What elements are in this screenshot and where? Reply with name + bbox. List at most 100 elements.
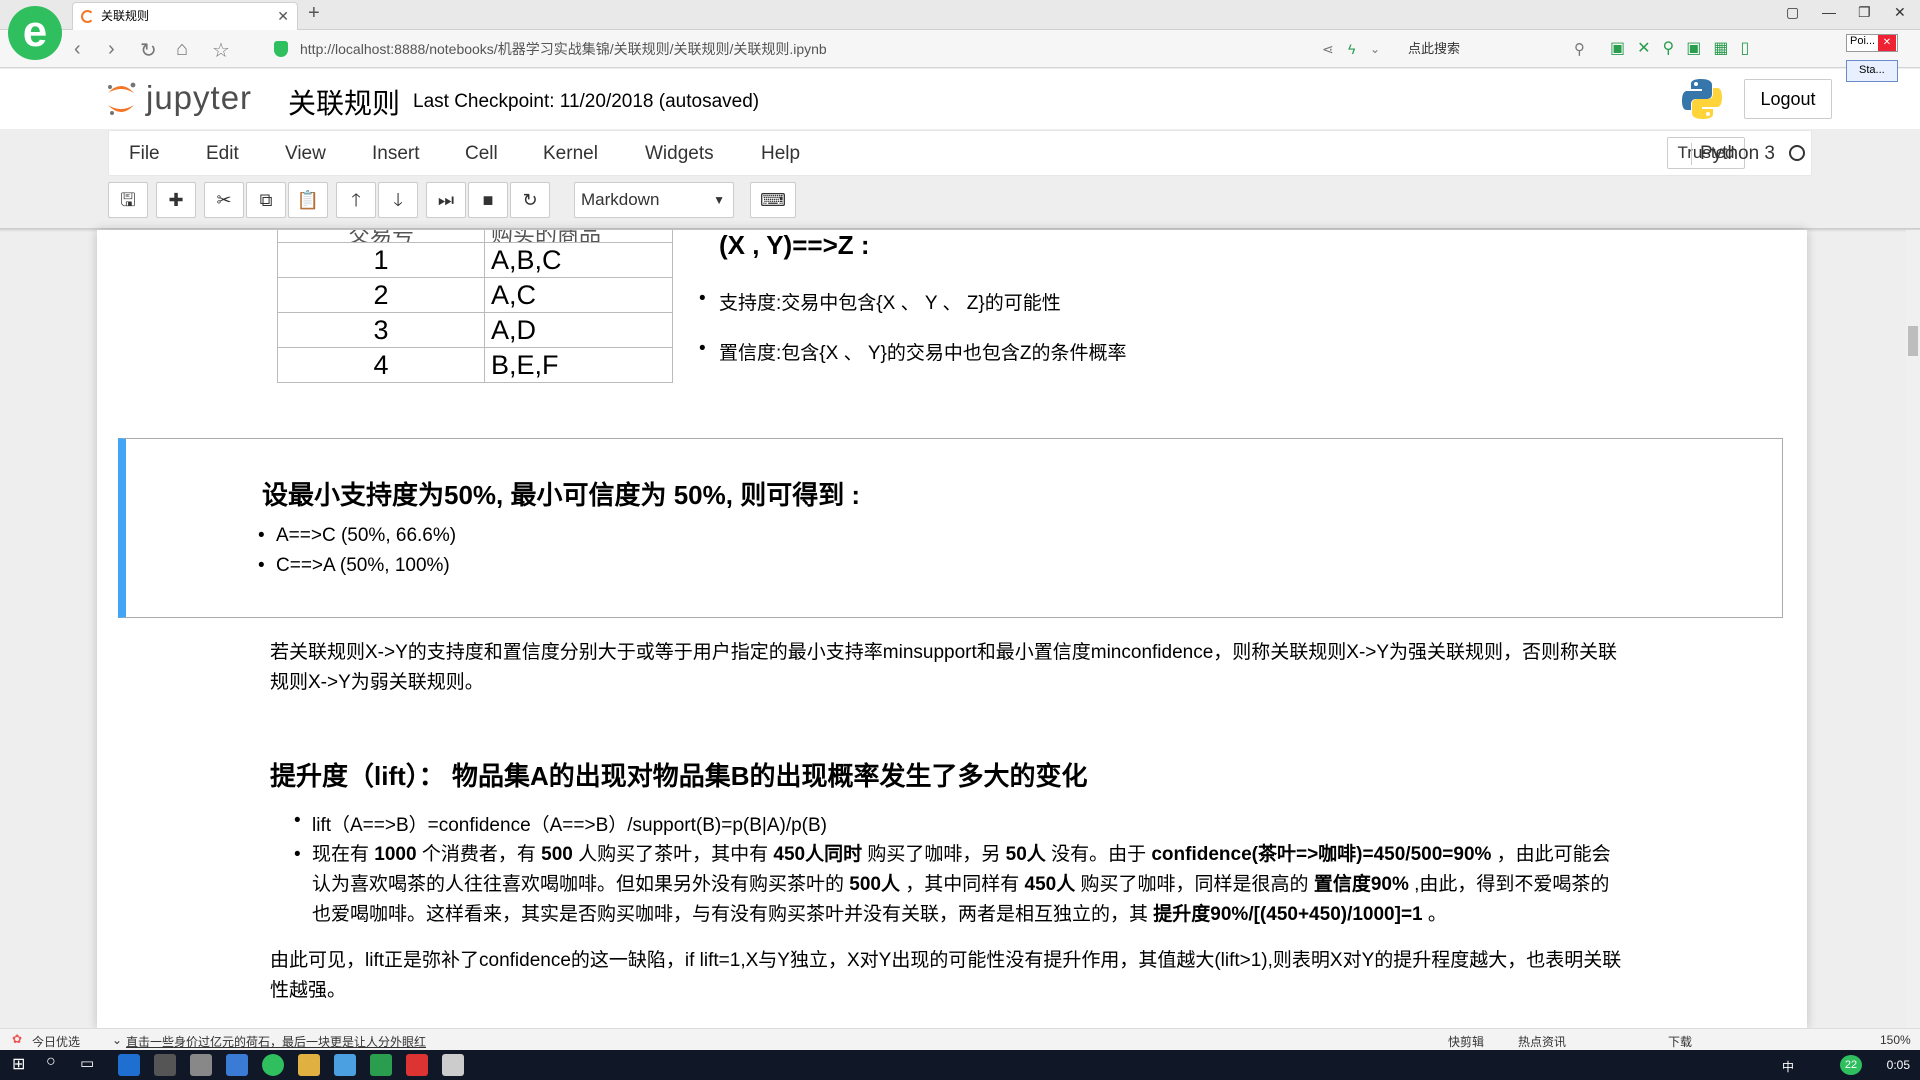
restart-icon[interactable]: ↻ <box>510 182 550 218</box>
url-field[interactable]: http://localhost:8888/notebooks/机器学习实战集锦… <box>264 36 1374 62</box>
ime-indicator[interactable]: 中 <box>1782 1058 1794 1075</box>
jupyter-task-icon[interactable] <box>442 1054 464 1076</box>
restore-icon[interactable]: ❐ <box>1858 4 1871 21</box>
move-down-icon[interactable]: 🡓 <box>378 182 418 218</box>
popup-close-icon[interactable]: ✕ <box>1878 35 1896 51</box>
rule-title: (X , Y)==>Z : <box>719 230 870 260</box>
extension-icons[interactable]: ▣✕⚲▣▦▯ <box>1610 38 1761 58</box>
back-icon[interactable]: ‹ <box>74 38 81 61</box>
vscode-icon[interactable] <box>226 1054 248 1076</box>
home-icon[interactable]: ⌂ <box>176 38 188 61</box>
example-text: ，其中同样有 <box>899 874 1025 895</box>
popup-start-button[interactable]: Sta... <box>1846 60 1898 82</box>
table-header-cell: 购买的商品 <box>484 230 673 243</box>
menu-help[interactable]: Help <box>761 143 800 165</box>
bookmark-star-icon[interactable]: ☆ <box>212 38 230 63</box>
kernel-name[interactable]: Python 3 <box>1691 143 1775 165</box>
menu-edit[interactable]: Edit <box>206 143 239 165</box>
table-cell: 2 <box>277 277 485 313</box>
app-icon[interactable] <box>370 1054 392 1076</box>
mail-icon[interactable] <box>190 1054 212 1076</box>
edge-icon[interactable] <box>118 1054 140 1076</box>
save-icon[interactable]: 🖫 <box>108 182 148 218</box>
logout-button[interactable]: Logout <box>1744 79 1832 119</box>
notebook-page[interactable]: 交易号 购买的商品 1 A,B,C 2 A,C 3 A,D 4 B,E,F (X… <box>97 230 1807 1028</box>
share-icon[interactable]: ⋖ <box>1322 41 1334 58</box>
confidence-definition: 置信度:包含{X 、 Y}的交易中也包含Z的条件概率 <box>699 338 1127 365</box>
new-tab-icon[interactable]: + <box>308 2 320 25</box>
search-input[interactable]: 点此搜索 <box>1398 36 1598 62</box>
notebook-toolbar: 🖫 ✚ ✂ ⧉ 📋 🡑 🡓 ⏭ ■ ↻ Markdown ▼ ⌨ <box>108 182 1812 224</box>
cut-icon[interactable]: ✂ <box>204 182 244 218</box>
table-cell: A,D <box>484 312 673 348</box>
example-bold: 50人 <box>1005 844 1046 865</box>
store-icon[interactable] <box>154 1054 176 1076</box>
jupyter-ring-icon <box>108 82 136 115</box>
gift-icon: ✿ <box>12 1032 23 1046</box>
security-shield-icon <box>274 41 288 57</box>
minimize-icon[interactable]: — <box>1822 4 1836 20</box>
page-scrollbar[interactable] <box>1906 230 1920 1028</box>
lightning-icon[interactable]: ϟ <box>1348 41 1355 57</box>
browser-tabbar: 关联规则 ✕ + ▢ — ❐ ✕ <box>0 0 1920 30</box>
search-icon[interactable]: ⚲ <box>1574 40 1585 58</box>
menu-file[interactable]: File <box>129 143 160 165</box>
windows-start-icon[interactable]: ⊞ <box>12 1054 25 1074</box>
run-icon[interactable]: ⏭ <box>426 182 466 218</box>
taskbar-clock[interactable]: 0:05 <box>1887 1058 1910 1072</box>
example-text: 购买了咖啡，另 <box>862 844 1006 865</box>
app-icon[interactable] <box>406 1054 428 1076</box>
paragraph-line: 性越强。 <box>270 980 347 1001</box>
taskbar-search-icon[interactable]: ○ <box>46 1053 56 1071</box>
interrupt-icon[interactable]: ■ <box>468 182 508 218</box>
status-news-button[interactable]: 热点资讯 <box>1518 1033 1566 1050</box>
status-promo-label[interactable]: 今日优选 <box>32 1033 80 1050</box>
browser-tab[interactable]: 关联规则 ✕ <box>72 2 298 30</box>
zoom-level[interactable]: 150% <box>1880 1033 1911 1047</box>
selected-markdown-cell[interactable]: 设最小支持度为50%, 最小可信度为 50%, 则可得到 : A==>C (50… <box>118 438 1783 618</box>
table-header-cell: 交易号 <box>277 230 485 243</box>
paste-icon[interactable]: 📋 <box>288 182 328 218</box>
example-text: 个消费者，有 <box>416 844 542 865</box>
menu-view[interactable]: View <box>285 143 326 165</box>
notification-badge[interactable]: 22 <box>1840 1055 1862 1075</box>
reload-icon[interactable]: ↻ <box>140 38 157 63</box>
move-up-icon[interactable]: 🡑 <box>336 182 376 218</box>
window-close-icon[interactable]: ✕ <box>1894 4 1906 21</box>
cell-heading: 设最小支持度为50%, 最小可信度为 50%, 则可得到 : <box>262 480 861 510</box>
app-icon[interactable] <box>334 1054 356 1076</box>
search-placeholder: 点此搜索 <box>1408 41 1461 56</box>
window-menu-icon[interactable]: ▢ <box>1786 4 1799 21</box>
menu-kernel[interactable]: Kernel <box>543 143 598 165</box>
example-text: 人购买了茶叶，其中有 <box>572 844 774 865</box>
task-view-icon[interactable]: ▭ <box>80 1054 94 1072</box>
example-bold: 置信度90% <box>1313 874 1409 895</box>
menu-widgets[interactable]: Widgets <box>645 143 714 165</box>
table-cell: B,E,F <box>484 347 673 383</box>
status-news-link[interactable]: 直击一些身价过亿元的荷石，最后一块更是让人分外眼红 <box>126 1033 426 1050</box>
example-text: ,由此，得到不爱喝茶的 <box>1408 874 1610 895</box>
example-text: 也爱喝咖啡。这样看来，其实是否购买咖啡，与有没有购买茶叶并没有关联，两者是相互独… <box>312 904 1154 925</box>
dropdown-chevron-icon[interactable]: ⌄ <box>1370 42 1380 56</box>
notebook-title[interactable]: 关联规则 <box>288 82 400 122</box>
scrollbar-thumb[interactable] <box>1908 326 1918 356</box>
example-bold: 1000 <box>374 844 417 865</box>
copy-icon[interactable]: ⧉ <box>246 182 286 218</box>
browser-task-icon[interactable] <box>262 1054 284 1076</box>
popup2-text: Sta... <box>1859 64 1885 76</box>
paragraph-line: 若关联规则X->Y的支持度和置信度分别大于或等于用户指定的最小支持率minsup… <box>270 642 1618 663</box>
cell-type-select[interactable]: Markdown ▼ <box>574 182 734 218</box>
example-bold: 500 <box>541 844 573 865</box>
keyboard-icon[interactable]: ⌨ <box>750 182 796 218</box>
status-download-button[interactable]: 下载 <box>1668 1033 1692 1050</box>
status-clip-button[interactable]: 快剪辑 <box>1448 1033 1484 1050</box>
address-bar: ‹ › ↻ ⌂ ☆ http://localhost:8888/notebook… <box>0 30 1920 68</box>
forward-icon[interactable]: › <box>108 38 115 61</box>
explorer-icon[interactable] <box>298 1054 320 1076</box>
kernel-idle-icon <box>1789 145 1805 161</box>
chevron-down-icon: ⌄ <box>112 1033 123 1047</box>
menu-cell[interactable]: Cell <box>465 143 498 165</box>
insert-cell-icon[interactable]: ✚ <box>156 182 196 218</box>
menu-insert[interactable]: Insert <box>372 143 420 165</box>
tab-close-icon[interactable]: ✕ <box>277 3 289 29</box>
